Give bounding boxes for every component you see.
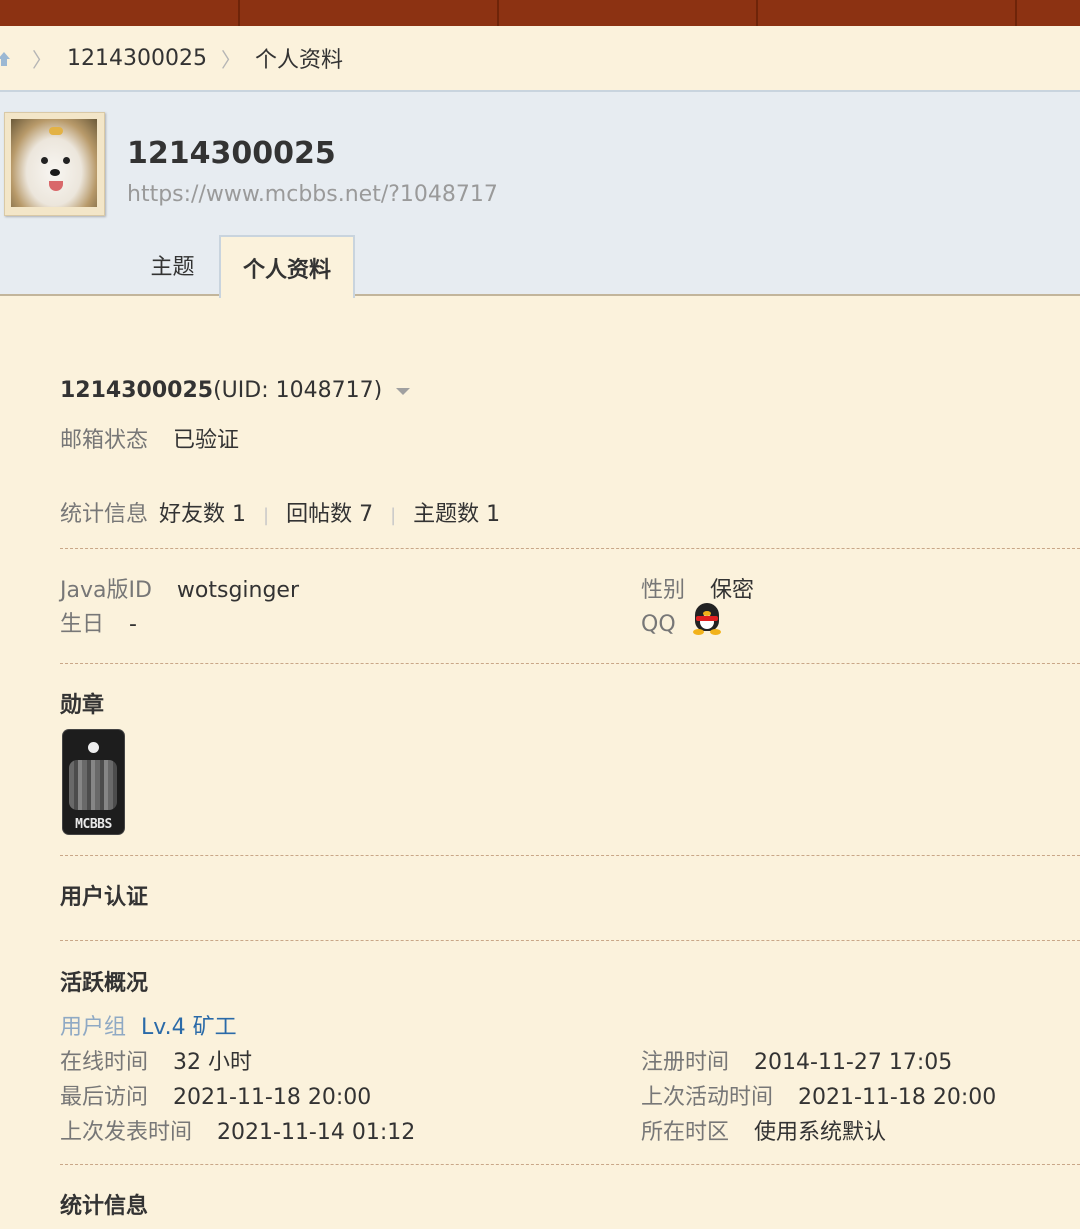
nav-segment[interactable]: [240, 0, 499, 26]
breadcrumb-page: 个人资料: [254, 48, 343, 73]
chevron-right-icon: 〉: [32, 47, 52, 72]
avatar[interactable]: [4, 112, 105, 216]
profile-name: 1214300025: [60, 378, 214, 403]
tab-threads[interactable]: 主题: [126, 235, 219, 296]
online-time: 在线时间 32 小时: [60, 1050, 253, 1075]
gender: 性别 保密: [641, 578, 755, 603]
timezone: 所在时区 使用系统默认: [641, 1120, 887, 1145]
divider: [60, 548, 1080, 549]
top-nav-bar: [0, 0, 1080, 26]
profile-url[interactable]: https://www.mcbbs.net/?1048717: [127, 182, 498, 207]
chevron-down-icon[interactable]: [396, 387, 411, 395]
friends-link[interactable]: 好友数 1: [159, 502, 246, 527]
user-title-line: 1214300025(UID: 1048717): [60, 378, 411, 403]
uid: (UID: 1048717): [213, 378, 383, 403]
threads-link[interactable]: 主题数 1: [413, 502, 500, 527]
register-time: 注册时间 2014-11-27 17:05: [641, 1050, 953, 1075]
page-title: 1214300025: [127, 136, 336, 171]
nav-segment[interactable]: [758, 0, 1017, 26]
dog-avatar-image: [11, 119, 97, 207]
verification-heading: 用户认证: [60, 885, 149, 910]
qq: QQ: [641, 612, 676, 637]
last-visit: 最后访问 2021-11-18 20:00: [60, 1085, 372, 1110]
chevron-right-icon: 〉: [220, 47, 241, 72]
divider: [60, 1164, 1080, 1165]
nav-segment[interactable]: [499, 0, 758, 26]
last-active: 上次活动时间 2021-11-18 20:00: [641, 1085, 997, 1110]
email-status: 邮箱状态 已验证: [60, 428, 240, 453]
last-post: 上次发表时间 2021-11-14 01:12: [60, 1120, 416, 1145]
profile-header: 1214300025 https://www.mcbbs.net/?104871…: [0, 90, 1080, 298]
java-id: Java版ID wotsginger: [60, 578, 300, 603]
user-group-link[interactable]: Lv.4 矿工: [141, 1015, 237, 1040]
qq-penguin-icon[interactable]: [692, 603, 722, 635]
profile-tabs: 主题 个人资料: [126, 235, 355, 298]
user-group: 用户组 Lv.4 矿工: [60, 1015, 237, 1040]
nav-segment[interactable]: [0, 0, 240, 26]
birthday: 生日 -: [60, 612, 137, 637]
breadcrumb: 〉 1214300025 〉 个人资料: [0, 26, 1080, 90]
tab-profile[interactable]: 个人资料: [219, 235, 355, 298]
divider: [60, 663, 1080, 664]
divider: [60, 855, 1080, 856]
statistics-heading: 统计信息: [60, 1194, 149, 1219]
breadcrumb-user[interactable]: 1214300025: [67, 46, 207, 71]
stats-line: 统计信息 好友数 1 | 回帖数 7 | 主题数 1: [60, 502, 501, 527]
medal-badge[interactable]: MCBBS: [63, 730, 124, 834]
activity-heading: 活跃概况: [60, 971, 149, 996]
replies-link[interactable]: 回帖数 7: [286, 502, 373, 527]
home-icon[interactable]: [0, 50, 10, 66]
medals-heading: 勋章: [60, 693, 105, 718]
divider: [60, 940, 1080, 941]
